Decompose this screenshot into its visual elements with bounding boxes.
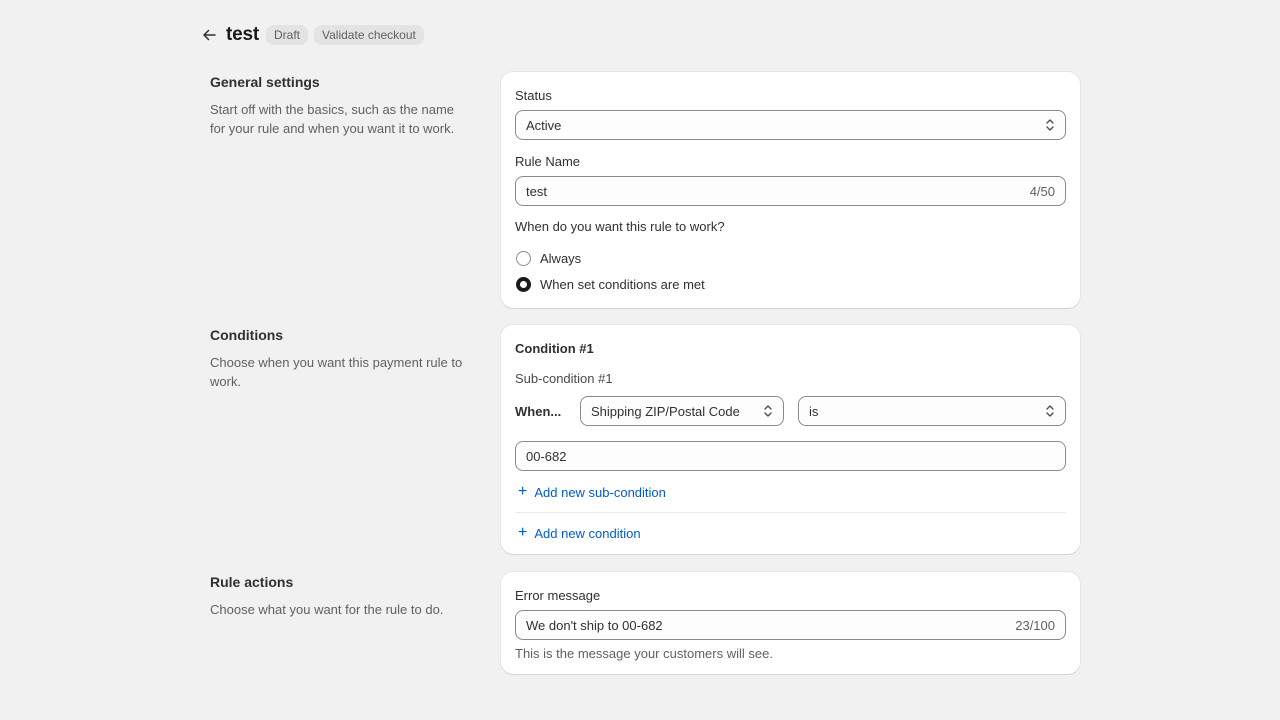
plus-icon: + <box>518 483 528 500</box>
rule-actions-card: Error message We don't ship to 00-682 23… <box>501 572 1080 674</box>
operator-select-value: is <box>809 403 819 419</box>
condition-value-input[interactable]: 00-682 <box>515 441 1066 471</box>
char-counter: 4/50 <box>1029 183 1055 199</box>
general-settings-card: Status Active Rule Name test 4/50 When d… <box>501 72 1080 308</box>
char-counter: 23/100 <box>1015 617 1055 633</box>
rule-name-value: test <box>526 183 547 199</box>
status-value: Active <box>526 117 562 133</box>
add-condition-button[interactable]: + Add new condition <box>515 523 1066 543</box>
type-badge: Validate checkout <box>314 25 424 45</box>
section-title: Conditions <box>210 327 284 343</box>
conditions-card: Condition #1 Sub-condition #1 When... Sh… <box>501 325 1080 554</box>
subcondition-row: When... Shipping ZIP/Postal Code is <box>515 396 1066 426</box>
divider <box>515 512 1066 513</box>
arrow-left-icon <box>203 29 216 41</box>
error-message-input[interactable]: We don't ship to 00-682 23/100 <box>515 610 1066 640</box>
status-select[interactable]: Active <box>515 110 1066 140</box>
rule-name-input[interactable]: test 4/50 <box>515 176 1066 206</box>
section-title: Rule actions <box>210 574 294 590</box>
add-subcondition-button[interactable]: + Add new sub-condition <box>515 482 1066 502</box>
radio-label: When set conditions are met <box>540 276 705 292</box>
section-description: Start off with the basics, such as the n… <box>210 102 455 136</box>
subcondition-title: Sub-condition #1 <box>515 371 613 386</box>
condition-title: Condition #1 <box>515 341 594 356</box>
radio-conditions-met[interactable]: When set conditions are met <box>515 271 1066 297</box>
page-title: test <box>226 24 259 45</box>
general-settings-section: General settings Start off with the basi… <box>210 72 1080 308</box>
radio-button-checked[interactable] <box>516 276 531 292</box>
page-header: test Draft Validate checkout <box>200 22 430 48</box>
rule-actions-section: Rule actions Choose what you want for th… <box>210 572 1080 674</box>
error-message-value: We don't ship to 00-682 <box>526 617 663 633</box>
add-subcondition-label: Add new sub-condition <box>534 484 666 500</box>
when-question: When do you want this rule to work? <box>515 219 725 234</box>
rule-name-label: Rule Name <box>515 154 581 169</box>
section-title: General settings <box>210 74 320 90</box>
field-select[interactable]: Shipping ZIP/Postal Code <box>580 396 784 426</box>
select-chevron-icon <box>1045 118 1055 132</box>
operator-select[interactable]: is <box>798 396 1066 426</box>
section-description: Choose when you want this payment rule t… <box>210 355 463 389</box>
select-chevron-icon <box>763 404 773 418</box>
radio-always[interactable]: Always <box>515 245 1066 271</box>
back-button[interactable] <box>200 22 218 48</box>
plus-icon: + <box>518 524 528 541</box>
field-select-value: Shipping ZIP/Postal Code <box>591 403 740 419</box>
error-message-label: Error message <box>515 588 601 603</box>
help-text: This is the message your customers will … <box>515 646 773 661</box>
status-label: Status <box>515 88 552 103</box>
add-condition-label: Add new condition <box>534 525 641 541</box>
status-badge: Draft <box>266 25 309 45</box>
radio-label: Always <box>540 250 582 266</box>
radio-button[interactable] <box>516 250 531 266</box>
section-description: Choose what you want for the rule to do. <box>210 602 444 617</box>
when-label: When... <box>515 403 562 419</box>
select-chevron-icon <box>1045 404 1055 418</box>
conditions-section: Conditions Choose when you want this pay… <box>210 325 1080 554</box>
condition-value: 00-682 <box>526 448 567 464</box>
